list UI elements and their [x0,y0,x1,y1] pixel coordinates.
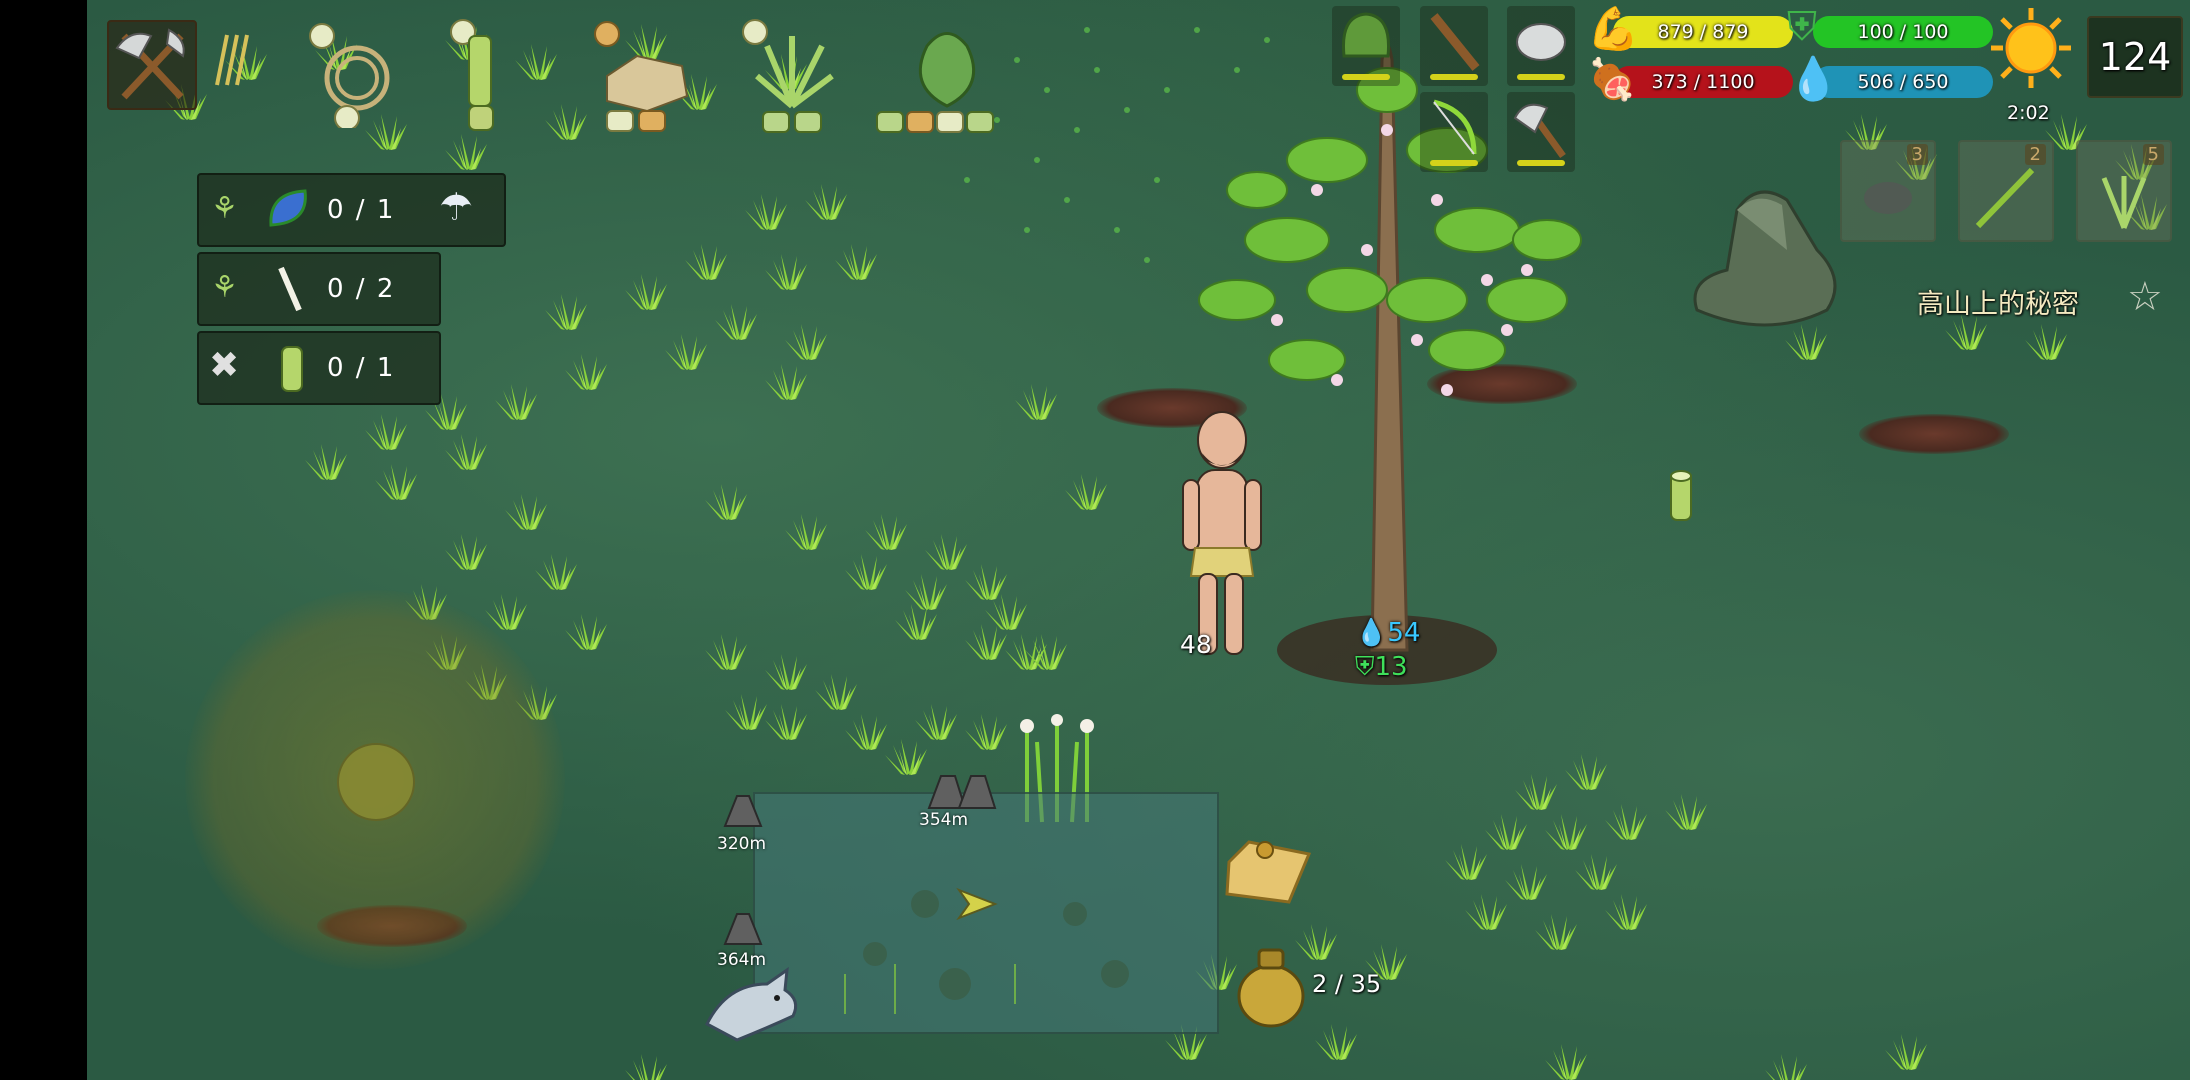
tree-armor-stat: ⛨13 [1355,652,1408,683]
stone-item-icon [1864,182,1912,214]
grass-fiber-icon[interactable] [212,30,252,90]
bamboo-stick-icon [1975,167,2035,229]
strength-bar: 879 / 879 [1613,16,1793,48]
armor-shield-icon: ⛨ [1787,4,1817,50]
inventory-slot-3[interactable]: 5 [2076,140,2172,242]
durability-bar [1430,74,1478,80]
shield-icon: ⛨ [1355,652,1375,682]
inventory-slot-1[interactable]: 3 [1840,140,1936,242]
player-character[interactable] [1167,398,1277,668]
quest-panel-1[interactable]: ⚘ 0 / 1 ☂ [197,173,506,247]
slot-count: 5 [2142,144,2164,165]
days-survived-counter: 124 [2087,16,2183,98]
stone-pin-icon[interactable] [721,790,765,830]
grass-icon: ⚘ [211,191,238,226]
axe-icon [1513,103,1566,159]
joystick-thumb[interactable] [337,743,415,821]
durability-bar [1517,160,1565,166]
grass-bundle-icon [2101,176,2147,229]
tool-slot-axe[interactable] [1507,92,1575,172]
tree-water-stat: 💧54 [1355,618,1420,648]
minimap-terrain [844,890,1129,1014]
bamboo-icon [281,346,303,392]
craft-slot-pickaxe[interactable] [107,20,197,110]
campfire-craft-icon[interactable] [587,16,697,136]
food-bar: 373 / 1100 [1613,66,1793,98]
minimap[interactable] [753,792,1219,1034]
leaf-icon [269,189,307,227]
rope-coil-icon[interactable] [302,18,412,128]
bag-capacity: 2 / 35 [1312,970,1382,998]
armor-bar: 100 / 100 [1813,16,1993,48]
bag-icon[interactable] [1233,940,1311,1030]
inventory-slot-2[interactable]: 2 [1958,140,2054,242]
boulder-rock[interactable] [1677,170,1847,350]
rain-cloud-icon: ☂ [439,185,474,229]
quest-title[interactable]: 高山上的秘密 [1917,282,2079,321]
stick-icon [278,266,302,312]
tool-slot-leaf-hat[interactable] [1332,6,1400,86]
durability-bar [1342,74,1390,80]
quest-count-1: 0 / 1 [327,195,396,225]
map-scroll-icon[interactable] [1219,832,1315,912]
herb-craft-icon[interactable] [737,16,847,136]
water-bar: 506 / 650 [1813,66,1993,98]
fork-knife-icon: ✖ [209,345,240,386]
water-drop-icon: 💧 [1787,54,1840,103]
strength-icon: 💪 [1587,4,1640,53]
sun-icon [1991,8,2071,88]
movement-joystick[interactable] [185,590,565,970]
pickaxe-icon [115,28,185,100]
bow-icon [1433,99,1477,155]
game-viewport: 48 💧54 ⛨13 ⚘ 0 / 1 ☂ ⚘ 0 / 2 ✖ 0 / 1 879… [87,0,2190,1080]
club-icon [1430,13,1480,71]
tree-water-value: 54 [1387,618,1421,648]
water-drop-icon: 💧 [1355,618,1388,648]
tool-slot-stone[interactable] [1507,6,1575,86]
pin-distance-2: 354m [919,810,969,830]
grass-icon: ⚘ [211,270,238,305]
leaf-hat-icon [1341,12,1391,58]
stone-pin-icon[interactable] [925,768,999,812]
leaf-craft-icon[interactable] [867,16,1017,136]
durability-bar [1517,74,1565,80]
bamboo-item[interactable] [1667,468,1695,524]
durability-bar [1430,160,1478,166]
day-time: 2:02 [2007,102,2050,124]
tool-slot-club[interactable] [1420,6,1488,86]
bamboo-craft-icon[interactable] [447,16,507,136]
tool-slot-bow[interactable] [1420,92,1488,172]
stone-pin-icon[interactable] [721,908,765,948]
player-number-label: 48 [1180,630,1212,659]
star-outline-icon[interactable]: ☆ [2127,274,2163,320]
tree-armor-value: 13 [1374,652,1408,682]
food-icon: 🍖 [1587,57,1637,103]
stone-icon [1516,23,1566,61]
quest-count-2: 0 / 2 [327,274,396,304]
quest-panel-2[interactable]: ⚘ 0 / 2 [197,252,441,326]
quest-panel-3[interactable]: ✖ 0 / 1 [197,331,441,405]
pin-distance-1: 320m [717,834,767,854]
quest-count-3: 0 / 1 [327,353,396,383]
wolf-icon[interactable] [697,964,807,1044]
slot-count: 3 [1906,144,1928,165]
